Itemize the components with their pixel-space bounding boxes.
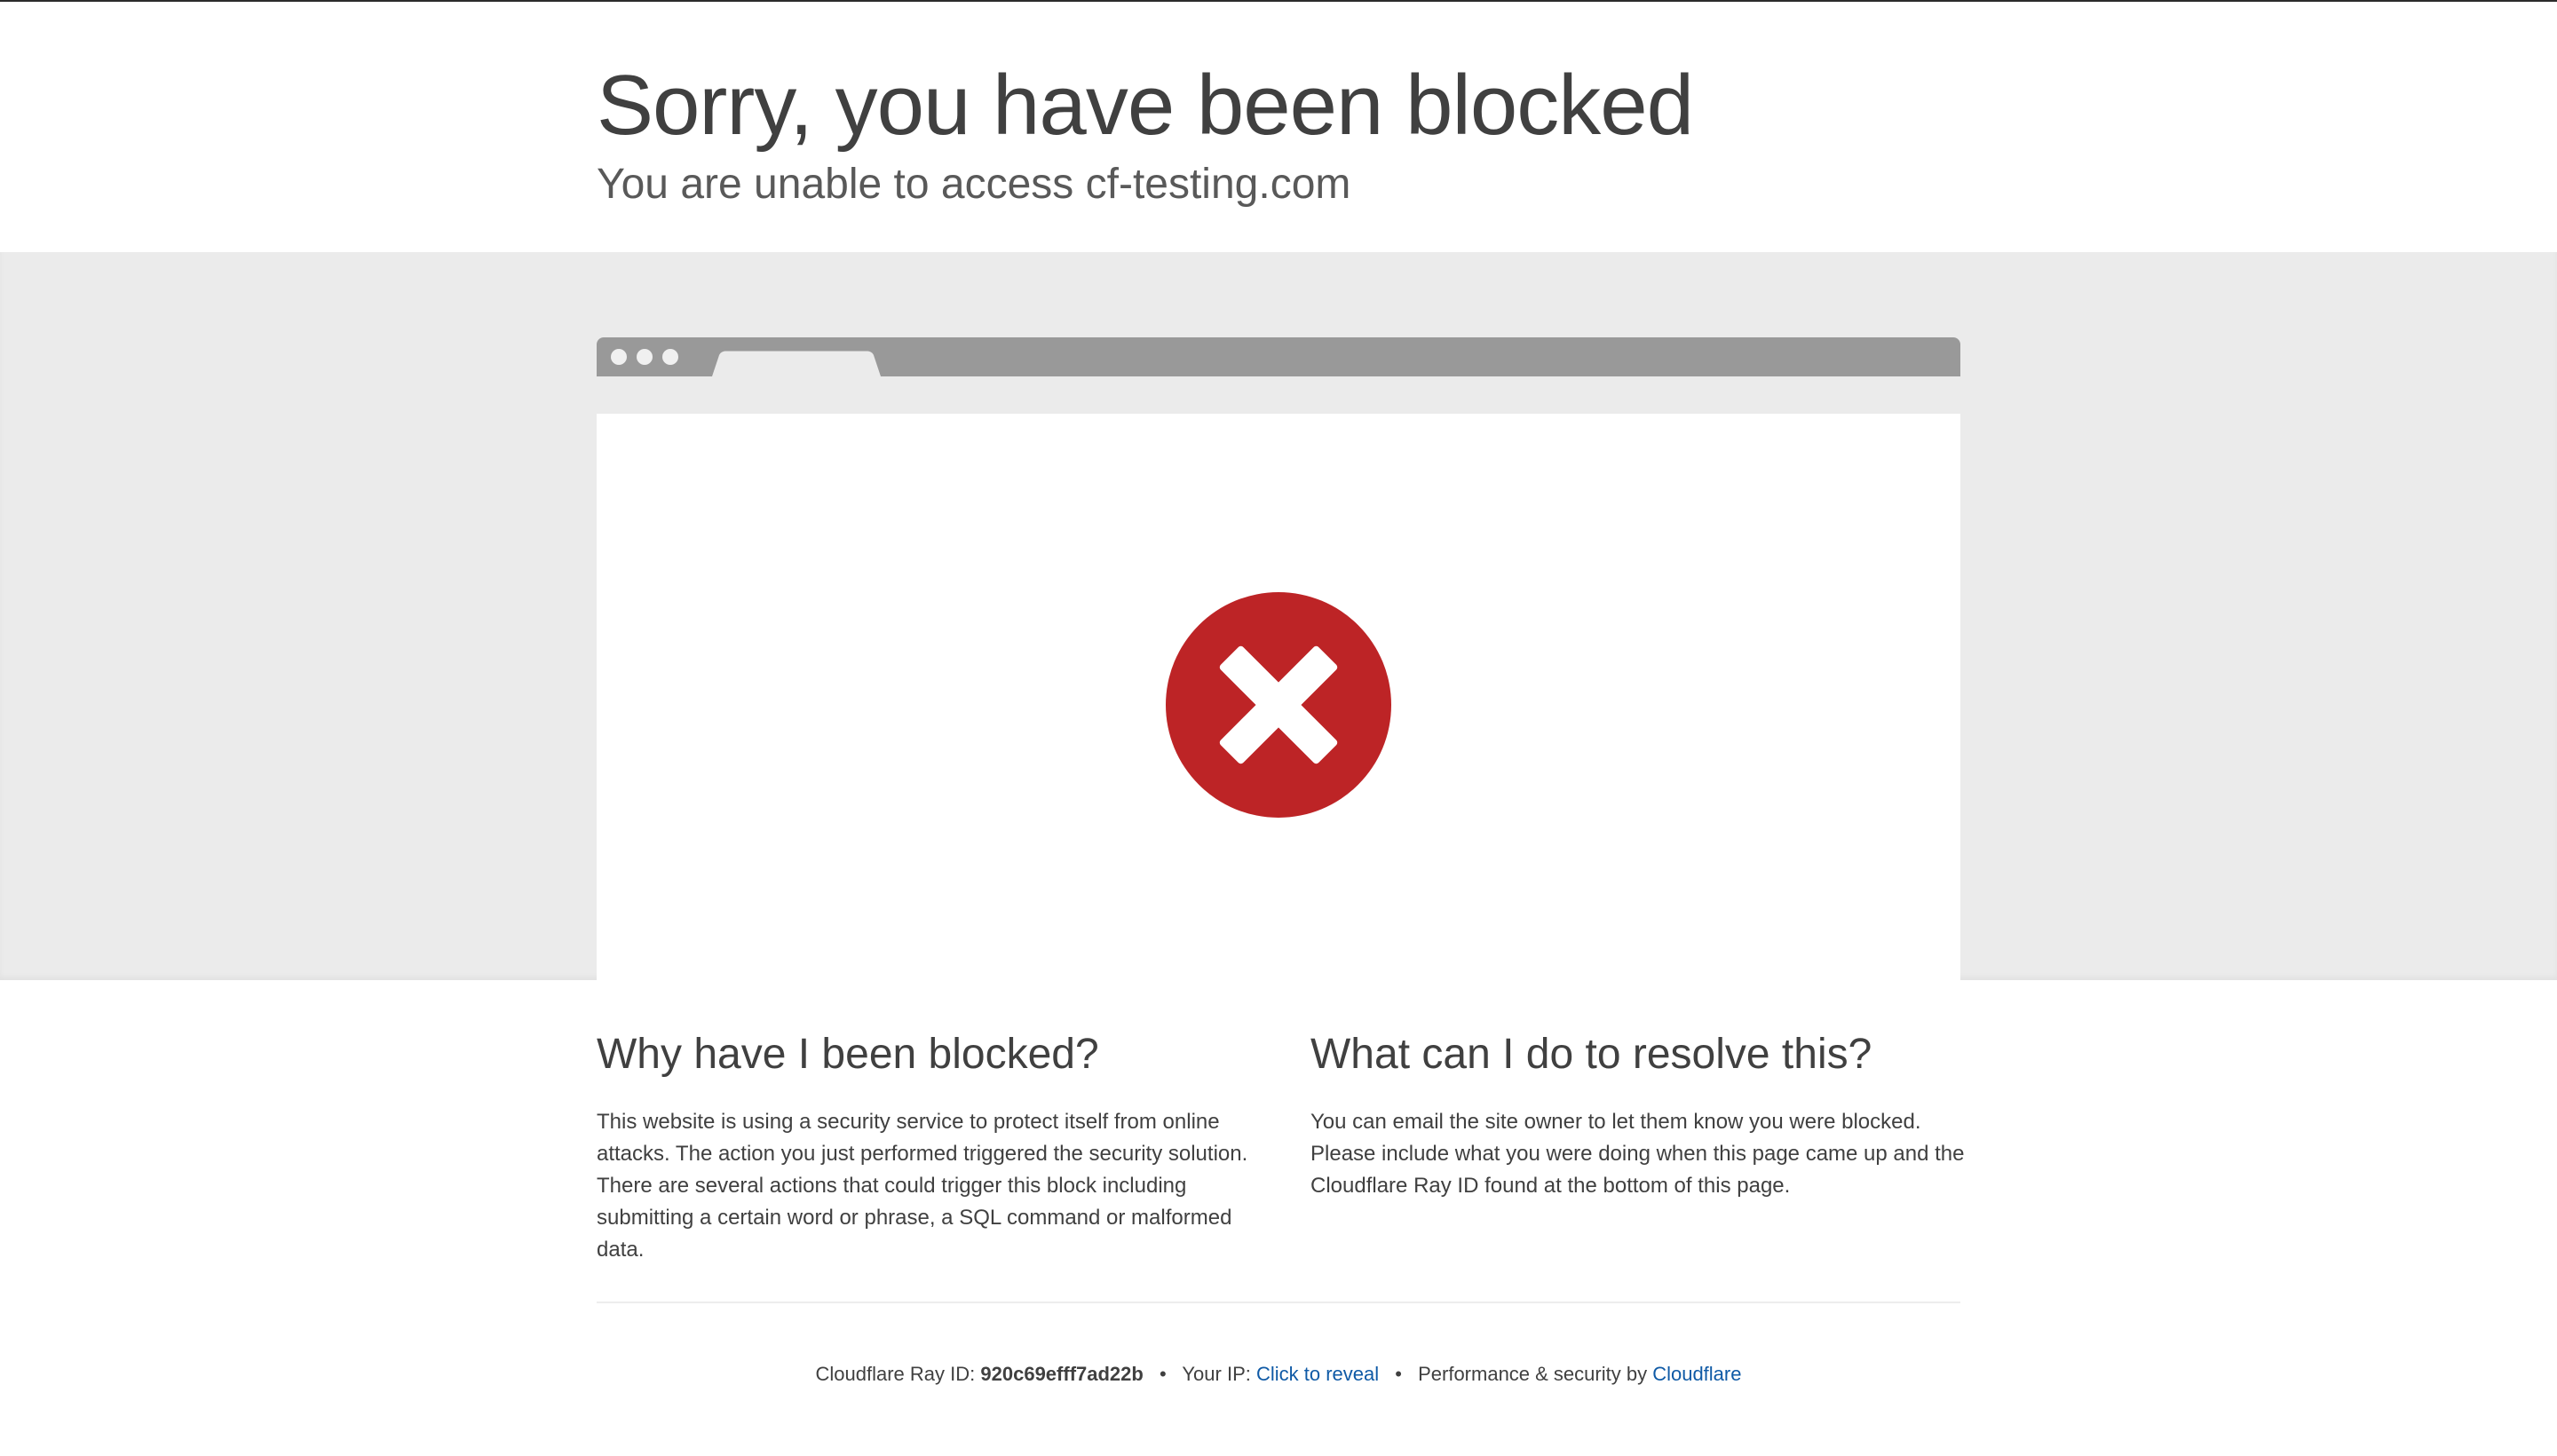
- ip-label: Your IP:: [1182, 1363, 1251, 1385]
- footer-separator: •: [1159, 1363, 1167, 1385]
- browser-illustration-toolbar: [597, 337, 1960, 376]
- browser-tab-shape: [712, 351, 881, 376]
- resolve-text: You can email the site owner to let them…: [1310, 1110, 1965, 1198]
- why-blocked-heading: Why have I been blocked?: [597, 1031, 1099, 1078]
- footer: Cloudflare Ray ID: 920c69efff7ad22b • Yo…: [0, 1360, 2557, 1389]
- page-title: Sorry, you have been blocked: [597, 58, 1694, 153]
- performance-label: Performance & security by: [1418, 1363, 1648, 1385]
- window-dot-icon: [662, 349, 678, 365]
- ray-id-label: Cloudflare Ray ID:: [815, 1363, 976, 1385]
- reveal-ip-button[interactable]: Click to reveal: [1256, 1363, 1379, 1385]
- footer-divider: [597, 1302, 1960, 1303]
- header: Sorry, you have been blocked You are una…: [0, 2, 2557, 252]
- ray-id-value: 920c69efff7ad22b: [980, 1363, 1144, 1385]
- window-dot-icon: [611, 349, 627, 365]
- page-subtitle: You are unable to access cf-testing.com: [597, 161, 1351, 208]
- resolve-heading: What can I do to resolve this?: [1310, 1031, 1872, 1078]
- resolve-column: What can I do to resolve this? You can e…: [1310, 1026, 1967, 1202]
- footer-separator: •: [1395, 1363, 1402, 1385]
- why-blocked-text: This website is using a security service…: [597, 1110, 1248, 1262]
- browser-illustration-window: [597, 414, 1960, 980]
- window-dot-icon: [637, 349, 653, 365]
- cloudflare-link[interactable]: Cloudflare: [1652, 1363, 1741, 1385]
- why-blocked-column: Why have I been blocked? This website is…: [597, 1026, 1254, 1266]
- block-x-icon: [1166, 592, 1391, 818]
